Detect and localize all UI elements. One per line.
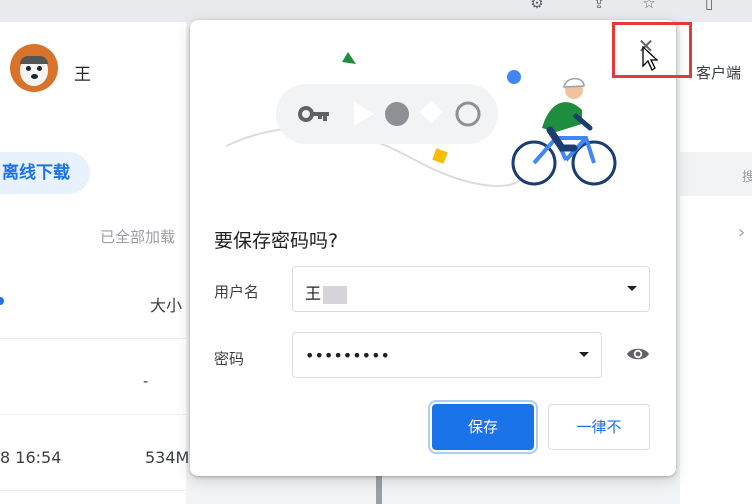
background-page-left: [0, 22, 186, 504]
chevron-right-icon[interactable]: ›: [738, 222, 745, 243]
dialog-title: 要保存密码吗?: [214, 230, 339, 252]
username-value: 王: [305, 280, 348, 304]
star-icon[interactable]: ☆: [640, 0, 658, 12]
avatar[interactable]: [10, 44, 58, 92]
client-link[interactable]: 客户端: [696, 62, 741, 83]
chevron-down-icon[interactable]: [579, 352, 589, 357]
table-cell-size: -: [143, 372, 149, 390]
table-cell-size: 534M: [145, 448, 190, 467]
background-page-right: [680, 22, 752, 504]
password-illustration: [225, 52, 617, 187]
password-value: •••••••••: [305, 346, 390, 365]
share-icon[interactable]: ⇪: [590, 0, 608, 12]
username-field[interactable]: 王: [292, 266, 650, 312]
password-field[interactable]: •••••••••: [292, 332, 602, 378]
column-header-size[interactable]: 大小: [150, 292, 182, 316]
account-username: 王: [74, 65, 91, 85]
chevron-down-icon[interactable]: [627, 286, 637, 291]
header-text: 搜: [742, 170, 752, 185]
eye-icon[interactable]: [626, 346, 650, 362]
loaded-status: 已全部加载: [100, 228, 176, 246]
browser-toolbar: ⚙ ⇪ ☆ ▯: [0, 0, 752, 22]
username-label: 用户名: [214, 283, 260, 301]
never-button[interactable]: 一律不: [548, 404, 650, 450]
sidebar-icon[interactable]: ▯: [700, 0, 718, 12]
save-button[interactable]: 保存: [432, 404, 534, 450]
extension-icon[interactable]: ⚙: [528, 0, 546, 12]
mouse-cursor-icon: [642, 46, 658, 71]
row-divider: [0, 338, 186, 339]
row-divider: [0, 414, 186, 415]
table-cell-date: 8 16:54: [0, 448, 62, 467]
password-label: 密码: [214, 350, 245, 368]
save-password-dialog: ✕ 要保存密码吗? 用户名 王 密码 ••••••••• 保存 一律不: [190, 20, 676, 476]
row-divider: [0, 490, 186, 491]
scrollbar[interactable]: [376, 475, 382, 504]
offline-download-button[interactable]: 离线下载: [0, 152, 90, 194]
